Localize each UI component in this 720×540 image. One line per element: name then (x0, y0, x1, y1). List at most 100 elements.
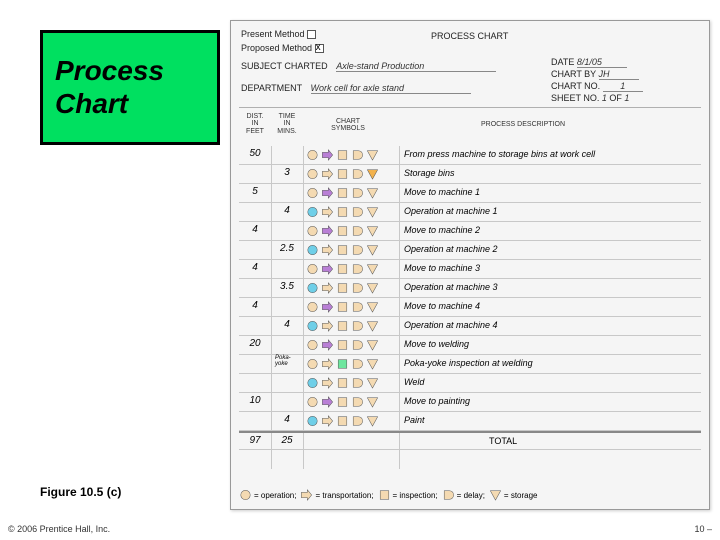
transport-icon (320, 338, 334, 351)
operation-icon (305, 338, 319, 351)
time-cell: 2.5 (273, 243, 301, 254)
present-method-checkbox[interactable] (307, 30, 316, 39)
storage-icon (365, 243, 379, 256)
delay-icon (350, 281, 364, 294)
legend-item: = delay; (442, 489, 485, 501)
symbol-cell (305, 414, 397, 427)
storage-icon (365, 262, 379, 275)
desc-cell: Operation at machine 1 (404, 206, 699, 216)
desc-cell: From press machine to storage bins at wo… (404, 149, 699, 159)
transport-icon (320, 281, 334, 294)
time-cell: 3 (273, 167, 301, 178)
desc-cell: Move to machine 1 (404, 187, 699, 197)
transport-icon (320, 243, 334, 256)
date-value: 8/1/05 (577, 57, 627, 68)
operation-icon (305, 167, 319, 180)
total-time: 25 (273, 435, 301, 446)
desc-cell: Storage bins (404, 168, 699, 178)
chartno-label: CHART NO. (551, 81, 600, 91)
delay-icon (350, 262, 364, 275)
symbol-cell (305, 167, 397, 180)
transport-icon (320, 414, 334, 427)
inspect-icon (335, 148, 349, 161)
inspect-icon (335, 186, 349, 199)
present-method-label: Present Method (241, 29, 305, 39)
legend-item: = inspection; (378, 489, 438, 501)
dept-value: Work cell for axle stand (311, 83, 471, 94)
inspect-icon (335, 395, 349, 408)
proposed-method-checkbox[interactable] (315, 44, 324, 53)
storage-icon (365, 395, 379, 408)
chart-title: PROCESS CHART (431, 31, 508, 41)
dist-cell: 4 (241, 300, 269, 311)
desc-cell: Move to machine 2 (404, 225, 699, 235)
legend-item: = operation; (239, 489, 296, 501)
dept-label: DEPARTMENT (241, 83, 302, 93)
date-row: DATE 8/1/05 (551, 57, 627, 68)
subject-row: SUBJECT CHARTED Axle-stand Production (241, 61, 496, 72)
table-row: 5 Move to machine 1 (239, 184, 701, 203)
storage-icon (489, 489, 502, 501)
operation-icon (305, 224, 319, 237)
desc-cell: Operation at machine 4 (404, 320, 699, 330)
transport-icon (320, 167, 334, 180)
delay-icon (350, 414, 364, 427)
of-label: OF (609, 93, 622, 103)
symbol-cell (305, 205, 397, 218)
total-label: TOTAL (489, 436, 699, 446)
operation-icon (305, 243, 319, 256)
table-row: 4 Move to machine 4 (239, 298, 701, 317)
operation-icon (305, 357, 319, 370)
operation-icon (305, 319, 319, 332)
delay-icon (350, 357, 364, 370)
desc-cell: Move to machine 3 (404, 263, 699, 273)
storage-icon (365, 167, 379, 180)
symbol-cell (305, 224, 397, 237)
operation-icon (305, 186, 319, 199)
storage-icon (365, 205, 379, 218)
desc-cell: Move to welding (404, 339, 699, 349)
table-row: Poka-yoke Poka-yoke inspection at weldin… (239, 355, 701, 374)
operation-icon (305, 262, 319, 275)
inspect-icon (335, 224, 349, 237)
transport-icon (320, 395, 334, 408)
symbol-cell (305, 148, 397, 161)
col-dist: DIST. IN FEET (241, 113, 269, 135)
inspect-icon (335, 262, 349, 275)
operation-icon (305, 300, 319, 313)
transport-icon (320, 376, 334, 389)
copyright-text: © 2006 Prentice Hall, Inc. (8, 524, 110, 534)
inspect-icon (335, 319, 349, 332)
desc-cell: Move to painting (404, 396, 699, 406)
inspect-icon (335, 338, 349, 351)
storage-icon (365, 376, 379, 389)
delay-icon (350, 338, 364, 351)
dist-cell: 10 (241, 395, 269, 406)
subject-value: Axle-stand Production (336, 61, 496, 72)
inspect-icon (335, 281, 349, 294)
storage-icon (365, 300, 379, 313)
process-table: 50 From press machine to storage bins at… (239, 146, 701, 450)
proposed-method-label: Proposed Method (241, 43, 312, 53)
symbol-cell (305, 262, 397, 275)
table-row: 3 Storage bins (239, 165, 701, 184)
legend-text: = delay; (457, 491, 485, 500)
delay-icon (350, 205, 364, 218)
operation-icon (305, 414, 319, 427)
operation-icon (239, 489, 252, 501)
table-row: 4 Operation at machine 1 (239, 203, 701, 222)
desc-cell: Operation at machine 3 (404, 282, 699, 292)
delay-icon (350, 395, 364, 408)
storage-icon (365, 357, 379, 370)
chartby-row: CHART BY JH (551, 69, 639, 80)
col-symbols: CHART SYMBOLS (313, 118, 383, 133)
delay-icon (350, 148, 364, 161)
transport-icon (320, 262, 334, 275)
transport-icon (320, 224, 334, 237)
inspect-icon (335, 167, 349, 180)
operation-icon (305, 395, 319, 408)
storage-icon (365, 148, 379, 161)
table-row: Weld (239, 374, 701, 393)
symbol-cell (305, 186, 397, 199)
process-chart-panel: Present Method Proposed Method PROCESS C… (230, 20, 710, 510)
